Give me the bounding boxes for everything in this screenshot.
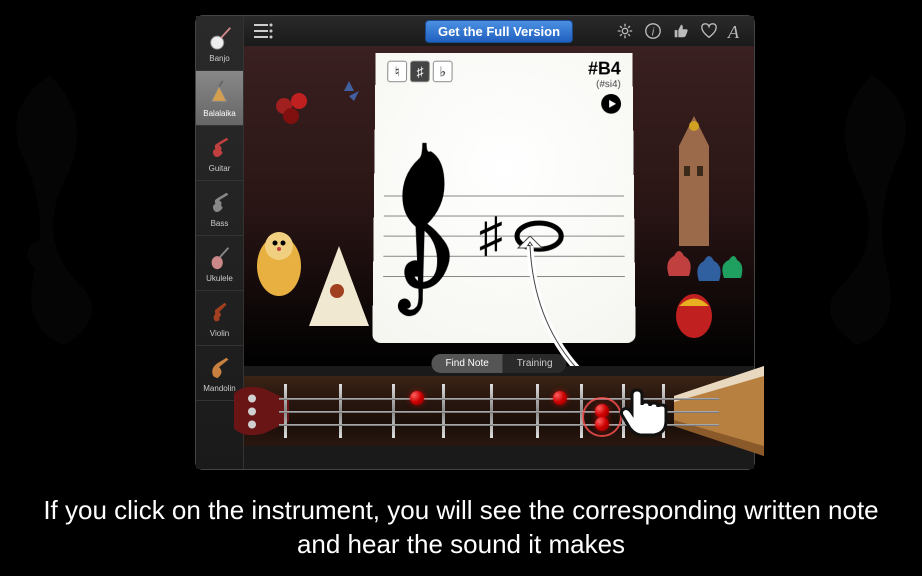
main-area: Get the Full Version i A bbox=[244, 16, 754, 469]
sidebar-label: Bass bbox=[211, 219, 229, 228]
svg-text:♯: ♯ bbox=[479, 209, 503, 263]
guitar-icon bbox=[206, 134, 234, 162]
hand-pointer-icon bbox=[614, 381, 674, 441]
svg-text:i: i bbox=[652, 27, 655, 39]
topbar: Get the Full Version i A bbox=[244, 16, 754, 46]
natural-button[interactable]: ♮ bbox=[387, 61, 407, 83]
settings-icon[interactable] bbox=[616, 22, 634, 40]
fretboard[interactable] bbox=[244, 376, 754, 446]
music-staff: ♯ bbox=[373, 97, 636, 327]
banjo-icon bbox=[206, 24, 234, 52]
fret-marker[interactable] bbox=[553, 391, 567, 405]
sidebar-label: Banjo bbox=[209, 54, 229, 63]
sidebar-label: Violin bbox=[210, 329, 229, 338]
full-version-button[interactable]: Get the Full Version bbox=[425, 20, 573, 43]
tutorial-caption: If you click on the instrument, you will… bbox=[20, 494, 902, 562]
sidebar-item-bass[interactable]: Bass bbox=[196, 181, 243, 236]
sidebar-item-guitar[interactable]: Guitar bbox=[196, 126, 243, 181]
sharp-button[interactable]: ♯ bbox=[410, 61, 430, 83]
heart-icon[interactable] bbox=[700, 22, 718, 40]
sidebar-label: Mandolin bbox=[203, 384, 235, 393]
training-tab[interactable]: Training bbox=[503, 354, 567, 373]
balalaika-icon bbox=[206, 79, 234, 107]
staff-paper: ♮ ♯ ♭ #B4 (#si4) bbox=[372, 53, 635, 343]
ukulele-icon bbox=[206, 244, 234, 272]
note-name: #B4 bbox=[588, 59, 621, 80]
app-window: Banjo Balalaika Guitar Bass Ukulele bbox=[195, 15, 755, 470]
note-alt-name: (#si4) bbox=[588, 79, 621, 90]
sidebar-label: Guitar bbox=[209, 164, 231, 173]
mode-tabs: Find Note Training bbox=[431, 354, 566, 373]
content-area: ♮ ♯ ♭ #B4 (#si4) bbox=[244, 46, 754, 366]
violin-icon bbox=[206, 299, 234, 327]
bg-ornament-left bbox=[0, 60, 140, 360]
sidebar-item-banjo[interactable]: Banjo bbox=[196, 16, 243, 71]
sidebar-item-violin[interactable]: Violin bbox=[196, 291, 243, 346]
info-icon[interactable]: i bbox=[644, 22, 662, 40]
bass-icon bbox=[206, 189, 234, 217]
sidebar-label: Balalaika bbox=[203, 109, 235, 118]
flat-button[interactable]: ♭ bbox=[433, 61, 453, 83]
sidebar-item-balalaika[interactable]: Balalaika bbox=[196, 71, 243, 126]
sidebar-label: Ukulele bbox=[206, 274, 233, 283]
a-style-icon[interactable]: A bbox=[728, 22, 746, 40]
find-note-tab[interactable]: Find Note bbox=[431, 354, 502, 373]
fret-marker[interactable] bbox=[410, 391, 424, 405]
sidebar-item-ukulele[interactable]: Ukulele bbox=[196, 236, 243, 291]
bg-ornament-right bbox=[782, 60, 922, 360]
thumbs-up-icon[interactable] bbox=[672, 22, 690, 40]
mandolin-icon bbox=[206, 354, 234, 382]
menu-icon[interactable] bbox=[252, 21, 274, 41]
